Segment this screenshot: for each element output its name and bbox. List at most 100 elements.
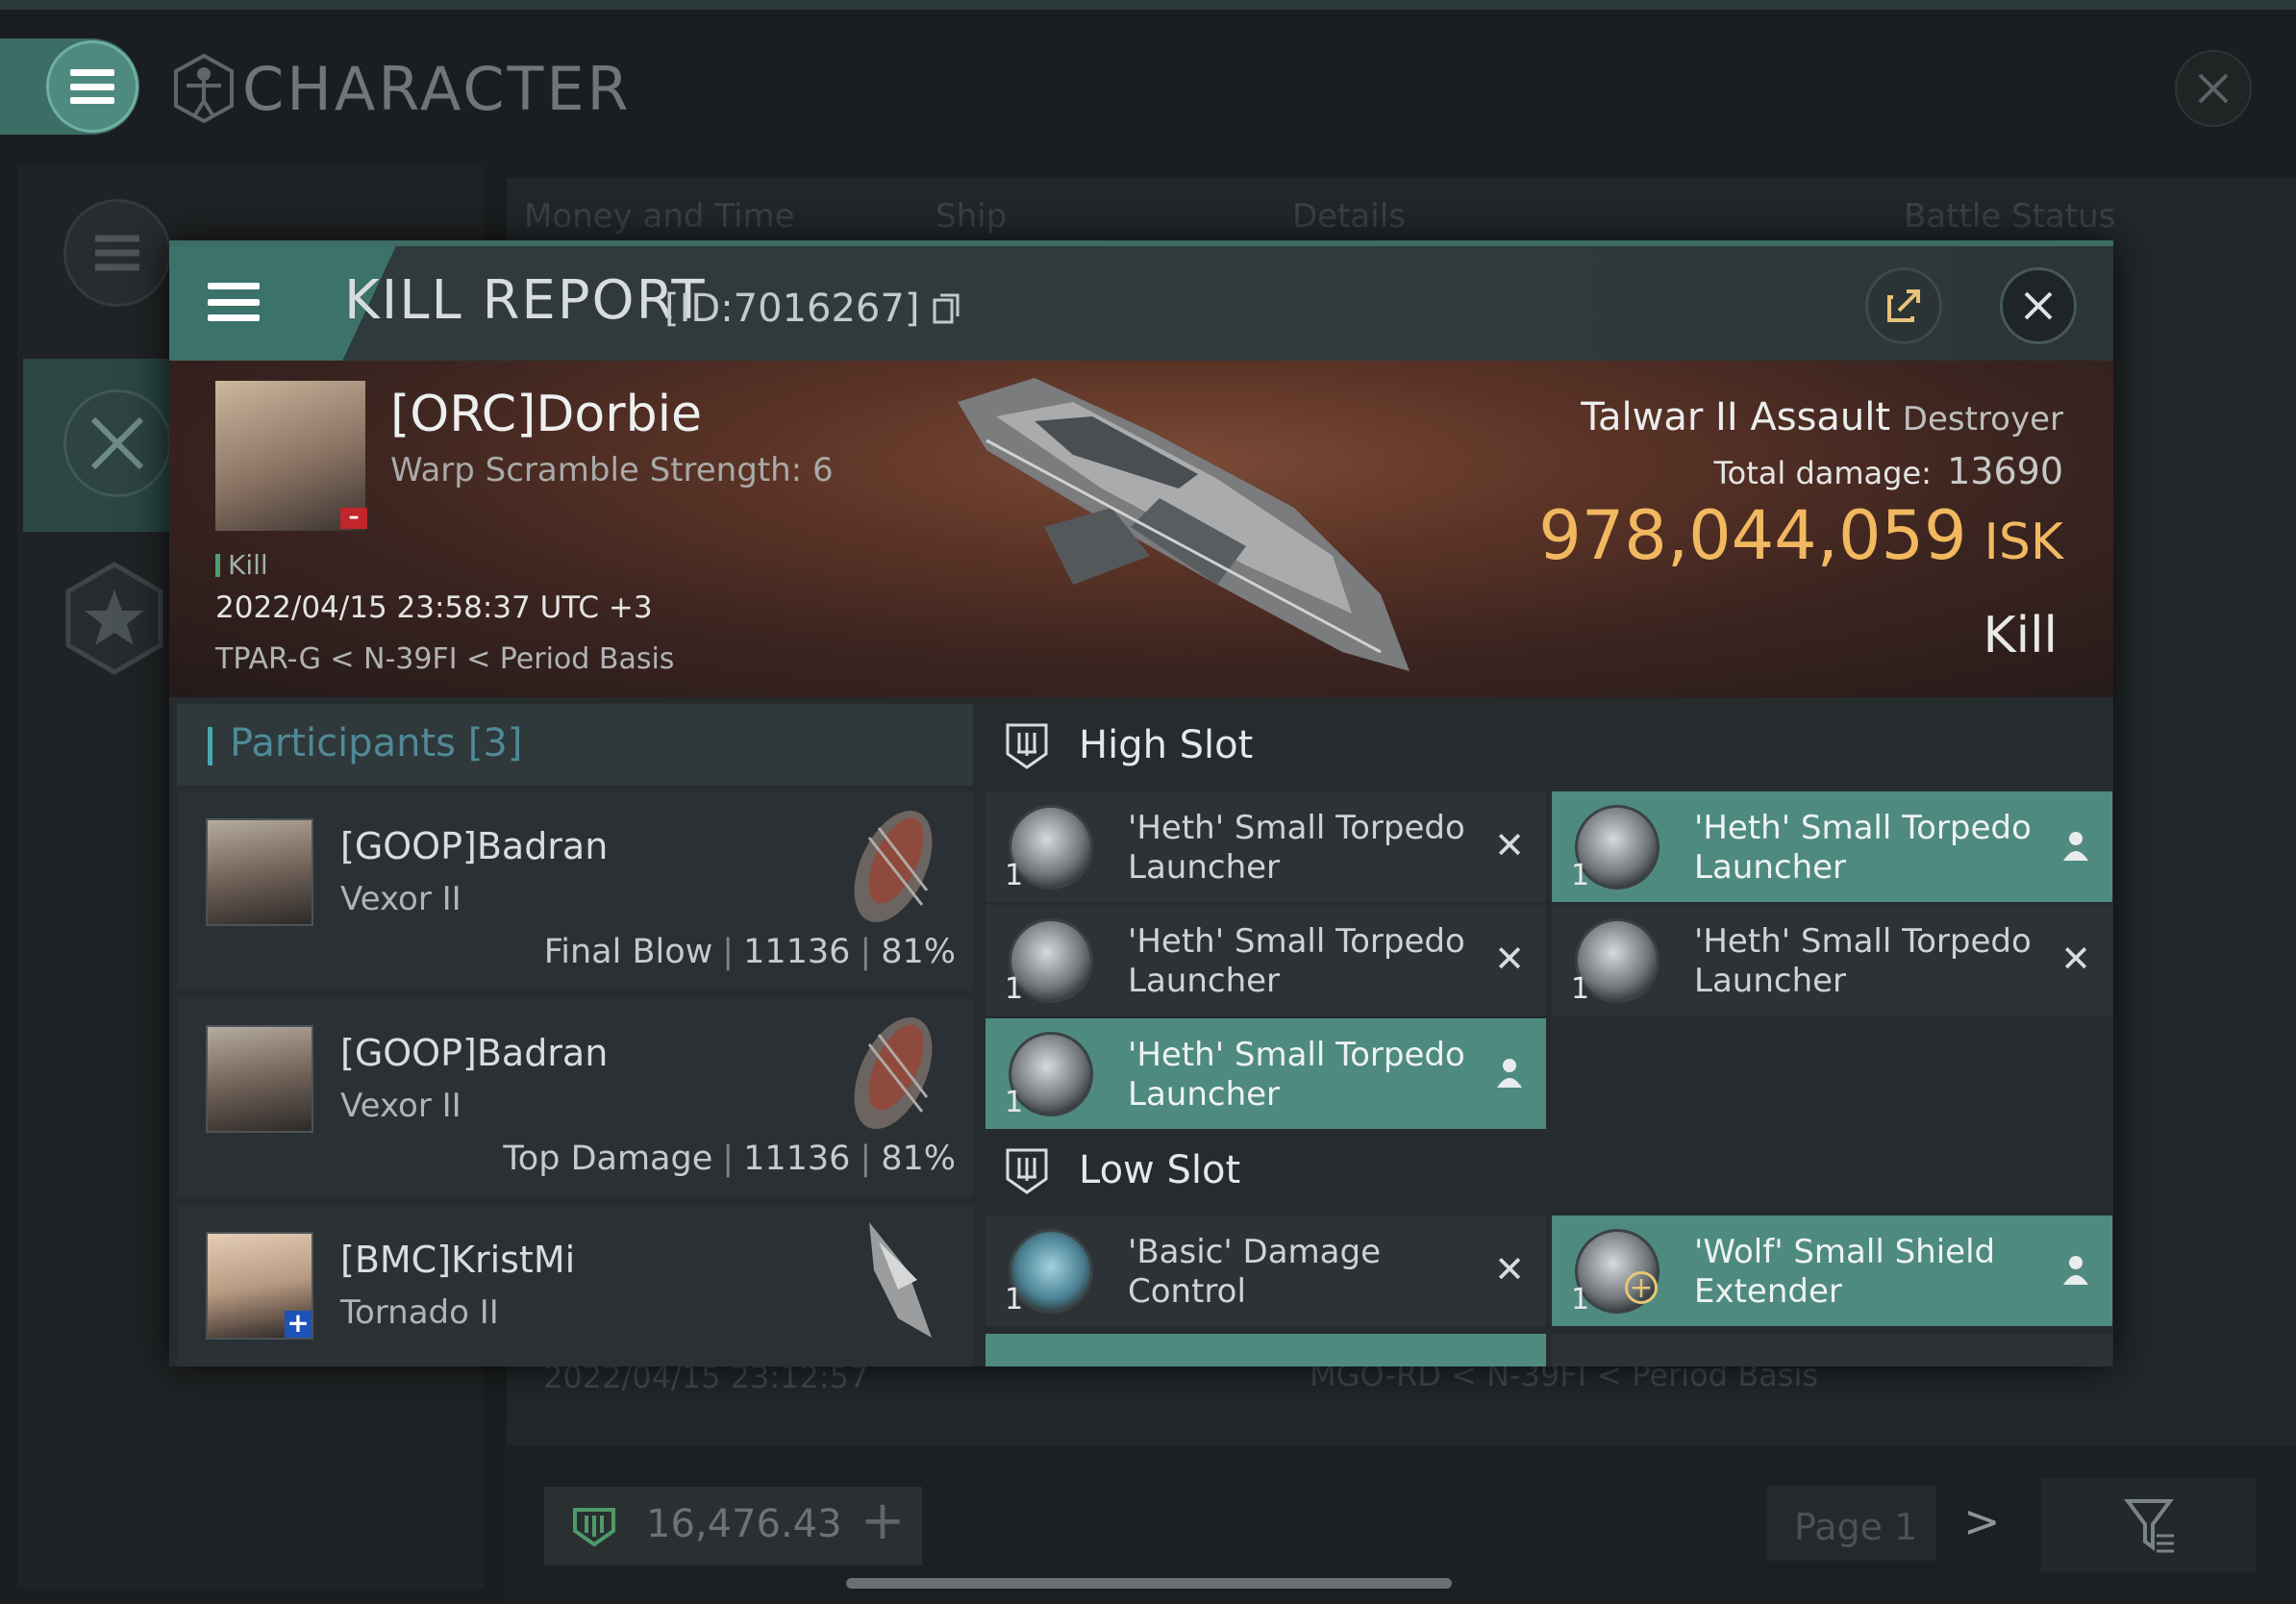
isk-amount: 978,044,059 [1538, 496, 1967, 575]
participants-text: Participants [230, 721, 456, 765]
list-icon [63, 199, 171, 307]
participant-ship-image [869, 1222, 932, 1338]
module-item[interactable]: 1 'Heth' Small Torpedo Launcher ✕ [986, 905, 1546, 1015]
module-name: 'Wolf' Small Shield Extender [1694, 1233, 1996, 1311]
header-menu-tab[interactable] [169, 246, 323, 361]
close-icon [2024, 291, 2053, 320]
destroyed-icon: ✕ [1494, 938, 1525, 980]
share-button[interactable] [1865, 267, 1942, 344]
isk-unit: ISK [1984, 514, 2063, 571]
module-quantity: 1 [1005, 1283, 1024, 1316]
module-item[interactable]: 1 'Basic' Damage Control ✕ [986, 1216, 1546, 1326]
column-ship[interactable]: Ship [936, 197, 1007, 236]
destroyed-icon: ✕ [2060, 938, 2091, 980]
participant-stats: Top Damage | 11136 | 81% [503, 1140, 956, 1178]
module-quantity: 1 [1571, 859, 1590, 892]
column-battle-status[interactable]: Battle Status [1904, 197, 2115, 236]
kill-report-title: KILL REPORT [344, 269, 707, 332]
module-item[interactable]: 1 'Heth' Small Torpedo Launcher [1552, 791, 2112, 902]
kill-location[interactable]: TPAR-G < N-39FI < Period Basis [215, 642, 674, 676]
participant-name: [GOOP]Badran [340, 825, 609, 867]
module-item-clipped[interactable] [1552, 1334, 2112, 1366]
participant-role: Final Blow [543, 933, 713, 971]
victim-ship[interactable]: Talwar II Assault Destroyer [1581, 395, 2063, 439]
participant-stats: Final Blow | 11136 | 81% [543, 933, 956, 971]
filter-button[interactable] [2041, 1478, 2257, 1572]
standing-minus-icon: – [340, 507, 367, 529]
sidebar-item-combat[interactable] [23, 359, 177, 532]
close-button[interactable] [2000, 267, 2077, 344]
module-name: 'Heth' Small Torpedo Launcher [1128, 922, 1465, 1000]
participants-count: [3] [467, 721, 523, 765]
dropped-person-icon [2063, 1256, 2088, 1285]
participant-avatar[interactable] [206, 1025, 313, 1133]
ship-name: Talwar II Assault [1581, 395, 1891, 439]
filter-icon [2124, 1499, 2174, 1553]
participants-header: Participants [3] [177, 704, 973, 786]
low-slot-header: Low Slot [973, 1129, 2113, 1211]
home-indicator [846, 1578, 1452, 1589]
main-menu-button[interactable] [46, 40, 138, 133]
column-money-time[interactable]: Money and Time [524, 197, 795, 236]
module-name: 'Heth' Small Torpedo Launcher [1128, 809, 1465, 887]
kill-tag-label: Kill [228, 549, 268, 581]
wallet-balance: 16,476.43 [646, 1502, 842, 1546]
module-name: 'Heth' Small Torpedo Launcher [1694, 809, 2032, 887]
high-slot-header: High Slot [973, 704, 2113, 786]
star-icon [65, 562, 163, 675]
participant-ship: Tornado II [340, 1293, 499, 1332]
copy-icon[interactable] [932, 292, 961, 325]
module-name: 'Heth' Small Torpedo Launcher [1128, 1036, 1465, 1114]
kill-report-dialog: KILL REPORT [ID:7016267] – [ORC]Dorbie W… [169, 240, 2113, 1366]
top-strip [0, 0, 2296, 10]
module-item[interactable]: 1 'Heth' Small Torpedo Launcher ✕ [1552, 905, 2112, 1015]
total-damage-label: Total damage: [1713, 455, 1932, 491]
module-name: 'Basic' Damage Control [1128, 1233, 1381, 1311]
dropped-person-icon [2063, 832, 2088, 861]
total-damage: Total damage: 13690 [1714, 450, 2063, 492]
module-quantity: 1 [1005, 859, 1024, 892]
share-icon [1887, 289, 1920, 322]
module-item[interactable]: 1 'Heth' Small Torpedo Launcher [986, 1018, 1546, 1129]
high-slot-label: High Slot [1079, 723, 1254, 767]
module-name: 'Heth' Small Torpedo Launcher [1694, 922, 2032, 1000]
module-quantity: 1 [1005, 1086, 1024, 1119]
kill-report-id-text: [ID:7016267] [664, 287, 920, 331]
participant-avatar[interactable] [206, 818, 313, 926]
sidebar-item-list[interactable] [23, 168, 177, 341]
participant-percent: 81% [881, 933, 956, 971]
module-item[interactable]: 1 'Heth' Small Torpedo Launcher ✕ [986, 791, 1546, 902]
plus-badge-icon: + [1625, 1271, 1658, 1304]
participant-damage: 11136 [743, 1140, 851, 1178]
module-quantity: 1 [1005, 972, 1024, 1006]
participant-ship-image [854, 1017, 933, 1129]
module-quantity: 1 [1571, 1283, 1590, 1316]
participant-row[interactable]: [GOOP]Badran Vexor II Top Damage | 11136 | 8… [177, 998, 973, 1197]
next-page-button[interactable]: > [1963, 1495, 2001, 1547]
module-item-clipped[interactable] [986, 1334, 1546, 1366]
column-details[interactable]: Details [1292, 197, 1406, 236]
hamburger-icon [208, 283, 260, 321]
kill-report-id: [ID:7016267] [664, 287, 961, 331]
hamburger-icon [70, 69, 114, 104]
add-funds-button[interactable]: + [851, 1492, 914, 1556]
participant-row[interactable]: [GOOP]Badran Vexor II Final Blow | 11136 | 8… [177, 791, 973, 990]
module-item[interactable]: + 1 'Wolf' Small Shield Extender [1552, 1216, 2112, 1326]
ship-class: Destroyer [1902, 400, 2063, 439]
kill-datetime: 2022/04/15 23:58:37 UTC +3 [215, 590, 653, 625]
participant-percent: 81% [881, 1140, 956, 1178]
high-slot-icon [1006, 723, 1048, 769]
background-close-button[interactable] [2175, 50, 2252, 127]
kill-tag: Kill [215, 549, 268, 581]
victim-name[interactable]: [ORC]Dorbie [390, 386, 702, 443]
destroyed-icon: ✕ [1494, 1248, 1525, 1291]
sidebar-item-favorites[interactable] [23, 543, 177, 716]
character-icon [174, 53, 234, 124]
module-quantity: 1 [1571, 972, 1590, 1006]
destroyed-icon: ✕ [1494, 824, 1525, 866]
warp-scramble-strength: Warp Scramble Strength: 6 [390, 451, 834, 489]
participant-role: Top Damage [503, 1140, 713, 1178]
wallet-icon [573, 1508, 615, 1547]
kill-result: Kill [1983, 607, 2058, 664]
participant-row[interactable]: + [BMC]KristMi Tornado II [177, 1205, 973, 1366]
